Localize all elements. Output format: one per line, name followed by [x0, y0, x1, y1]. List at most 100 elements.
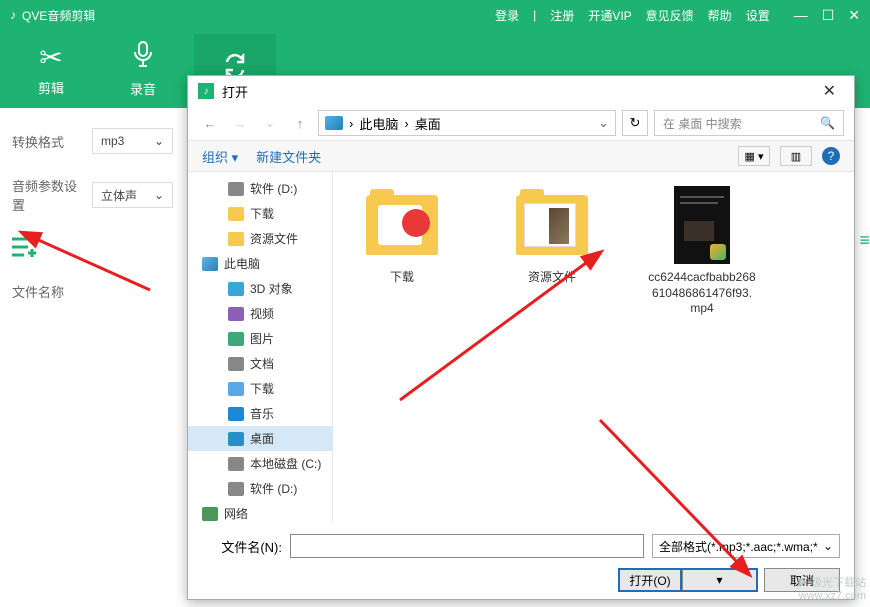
tree-item-label: 软件 (D:) [250, 180, 297, 197]
drive-icon [228, 182, 244, 196]
tree-item[interactable]: 资源文件 [188, 226, 332, 251]
music-icon [228, 407, 244, 421]
app-logo-icon: ♪ [10, 8, 16, 22]
dialog-title: 打开 [222, 82, 248, 101]
dialog-bottom: 文件名(N): 全部格式(*.mp3;*.aac;*.wma;* ⌄ 打开(O)… [188, 522, 854, 604]
open-button[interactable]: 打开(O) ▾ [618, 568, 758, 592]
add-file-button[interactable] [12, 236, 173, 264]
doc-icon [228, 357, 244, 371]
tree-item[interactable]: 视频 [188, 301, 332, 326]
image-icon [228, 332, 244, 346]
tree-item[interactable]: 音乐 [188, 401, 332, 426]
app-window: ♪ QVE音频剪辑 登录 | 注册 开通VIP 意见反馈 帮助 设置 — ☐ ✕… [0, 0, 870, 607]
cut-tool[interactable]: ✂ 剪辑 [10, 34, 92, 104]
chevron-down-icon: ⌄ [154, 188, 164, 202]
tree-item[interactable]: 下载 [188, 201, 332, 226]
tree-item[interactable]: 本地磁盘 (C:) [188, 451, 332, 476]
folder-item[interactable]: 资源文件 [497, 186, 607, 286]
folder-icon [228, 232, 244, 246]
new-folder-button[interactable]: 新建文件夹 [256, 147, 321, 166]
preview-button[interactable]: ▥ [780, 146, 812, 166]
tree-item-label: 3D 对象 [250, 280, 293, 297]
tree-item[interactable]: 软件 (D:) [188, 476, 332, 501]
open-dropdown[interactable]: ▾ [682, 568, 758, 592]
folder-icon [228, 207, 244, 221]
search-input[interactable]: 在 桌面 中搜索 🔍 [654, 110, 844, 136]
dialog-close-button[interactable]: ✕ [815, 81, 844, 101]
minimize-icon[interactable]: — [794, 7, 808, 24]
pc-icon [202, 257, 218, 271]
close-icon[interactable]: ✕ [848, 7, 860, 24]
network-icon [202, 507, 218, 521]
tree-item[interactable]: 网络 [188, 501, 332, 522]
format-label: 转换格式 [12, 132, 82, 151]
drive-icon [228, 482, 244, 496]
dialog-titlebar: ♪ 打开 ✕ [188, 76, 854, 106]
help-link[interactable]: 帮助 [708, 7, 732, 24]
vip-link[interactable]: 开通VIP [588, 7, 631, 24]
params-label: 音频参数设置 [12, 176, 82, 214]
tree-item[interactable]: 图片 [188, 326, 332, 351]
folder-item[interactable]: 下载 [347, 186, 457, 286]
tree-item[interactable]: 此电脑 [188, 251, 332, 276]
video-icon [228, 307, 244, 321]
search-icon: 🔍 [820, 116, 835, 130]
app-sidebar: 转换格式 mp3 ⌄ 音频参数设置 立体声 ⌄ 文件名称 [0, 108, 185, 607]
login-link[interactable]: 登录 [495, 7, 519, 24]
video-file-item[interactable]: cc6244cacfbabb268610486861476f93.mp4 [647, 186, 757, 317]
tree-item-label: 此电脑 [224, 255, 260, 272]
tree-item-label: 本地磁盘 (C:) [250, 455, 321, 472]
recent-dropdown[interactable]: ⌄ [258, 111, 282, 135]
up-button[interactable]: ↑ [288, 111, 312, 135]
organize-menu[interactable]: 组织 ▾ [202, 147, 238, 166]
chevron-down-icon: ⌄ [823, 539, 833, 553]
tree-item[interactable]: 3D 对象 [188, 276, 332, 301]
register-link[interactable]: 注册 [550, 7, 574, 24]
tree-item[interactable]: 文档 [188, 351, 332, 376]
filename-field-label: 文件名(N): [202, 537, 282, 556]
app-title: QVE音频剪辑 [22, 7, 95, 24]
view-mode-button[interactable]: ▦ ▾ [738, 146, 770, 166]
format-select[interactable]: mp3 ⌄ [92, 128, 173, 154]
tree-item[interactable]: 下载 [188, 376, 332, 401]
breadcrumb[interactable]: › 此电脑 › 桌面 ⌄ [318, 110, 616, 136]
dialog-nav: ← → ⌄ ↑ › 此电脑 › 桌面 ⌄ ↻ 在 桌面 中搜索 🔍 [188, 106, 854, 140]
tree-item[interactable]: 软件 (D:) [188, 176, 332, 201]
file-type-filter[interactable]: 全部格式(*.mp3;*.aac;*.wma;* ⌄ [652, 534, 840, 558]
breadcrumb-item[interactable]: 此电脑 [359, 114, 398, 133]
settings-link[interactable]: 设置 [746, 7, 770, 24]
down-icon [228, 382, 244, 396]
tree-item-label: 软件 (D:) [250, 480, 297, 497]
tree-item-label: 下载 [250, 205, 274, 222]
record-tool[interactable]: 录音 [102, 34, 184, 104]
watermark: ▶ 极光下载站 www.xz7.com [797, 577, 866, 603]
right-edge-icon[interactable]: ≡ [859, 230, 870, 251]
tree-item-label: 音乐 [250, 405, 274, 422]
chevron-down-icon[interactable]: ⌄ [598, 115, 609, 131]
maximize-icon[interactable]: ☐ [822, 7, 835, 24]
breadcrumb-item[interactable]: 桌面 [415, 114, 441, 133]
file-open-dialog: ♪ 打开 ✕ ← → ⌄ ↑ › 此电脑 › 桌面 ⌄ ↻ 在 桌面 中搜索 🔍 [187, 75, 855, 600]
filename-input[interactable] [290, 534, 644, 558]
back-button[interactable]: ← [198, 111, 222, 135]
feedback-link[interactable]: 意见反馈 [646, 7, 694, 24]
filename-label: 文件名称 [12, 282, 173, 301]
dialog-icon: ♪ [198, 83, 214, 99]
refresh-button[interactable]: ↻ [622, 110, 648, 136]
file-list[interactable]: 下载 资源文件 cc6244cacfbabb268610486861476f93… [333, 172, 854, 522]
chevron-down-icon: ⌄ [154, 134, 164, 148]
help-button[interactable]: ? [822, 147, 840, 165]
forward-button[interactable]: → [228, 111, 252, 135]
tree-item-label: 资源文件 [250, 230, 298, 247]
breadcrumb-sep: › [404, 116, 408, 131]
tree-item-label: 文档 [250, 355, 274, 372]
3d-icon [228, 282, 244, 296]
scissors-icon: ✂ [39, 41, 62, 74]
params-select[interactable]: 立体声 ⌄ [92, 182, 173, 208]
folder-tree[interactable]: 软件 (D:)下载资源文件此电脑3D 对象视频图片文档下载音乐桌面本地磁盘 (C… [188, 172, 333, 522]
tree-item-label: 桌面 [250, 430, 274, 447]
microphone-icon [131, 40, 155, 75]
desktop-icon [228, 432, 244, 446]
tree-item[interactable]: 桌面 [188, 426, 332, 451]
pc-icon [325, 116, 343, 130]
